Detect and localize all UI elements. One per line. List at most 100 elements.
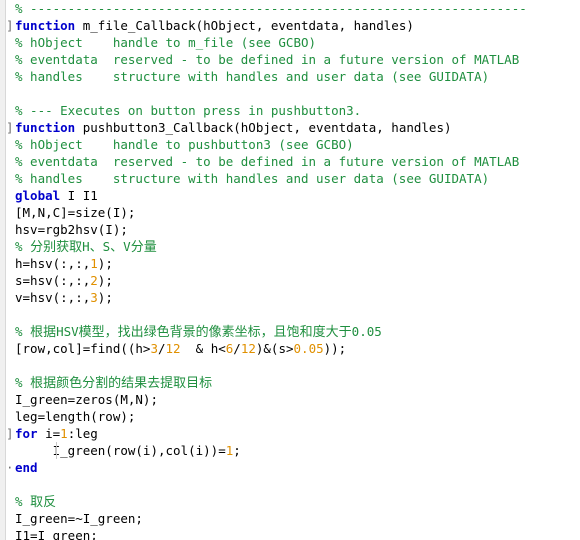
code-token-cmt: HSV (56, 324, 79, 339)
fold-empty (6, 374, 15, 391)
code-line[interactable]: % 分别获取H、S、V分量 (6, 238, 580, 255)
fold-empty (6, 221, 15, 238)
code-line[interactable] (6, 85, 580, 102)
code-token-txt: s=hsv(:,:, (15, 273, 91, 288)
code-token-cmt: % (15, 324, 31, 339)
code-line[interactable]: % 根据HSV模型，找出绿色背景的像素坐标，且饱和度大于0.05 (6, 323, 580, 340)
code-line[interactable] (6, 306, 580, 323)
code-line[interactable] (6, 476, 580, 493)
code-line[interactable]: % --- Executes on button press in pushbu… (6, 102, 580, 119)
code-token-cjk: 分别获取 (30, 240, 83, 255)
code-line[interactable]: hsv=rgb2hsv(I); (6, 221, 580, 238)
code-token-cjk: 模型，找出绿色背景的像素坐标，且饱和度大于 (78, 325, 352, 340)
code-token-num: 0.05 (293, 341, 324, 356)
fold-empty (6, 238, 15, 255)
code-lines-container[interactable]: % --------------------------------------… (6, 0, 580, 540)
code-line[interactable]: for i=1:leg (6, 425, 580, 442)
code-token-txt: [M,N,C]=size(I); (15, 205, 136, 220)
code-token-txt: v=hsv(:,:, (15, 290, 91, 305)
code-line[interactable]: h=hsv(:,:,1); (6, 255, 580, 272)
fold-empty (6, 357, 15, 374)
code-token-txt: I_green=~I_green; (15, 511, 143, 526)
fold-open-marker[interactable] (6, 119, 15, 136)
code-line[interactable]: % 根据颜色分割的结果去提取目标 (6, 374, 580, 391)
code-token-txt: / (233, 341, 241, 356)
fold-empty (6, 476, 15, 493)
code-line[interactable]: function m_file_Callback(hObject, eventd… (6, 17, 580, 34)
code-token-txt: I1=I_green; (15, 528, 98, 540)
code-line[interactable]: end (6, 459, 580, 476)
code-line[interactable]: function pushbutton3_Callback(hObject, e… (6, 119, 580, 136)
code-token-kw: for (15, 426, 38, 441)
code-token-txt: & h< (180, 341, 226, 356)
code-line[interactable]: I_green=zeros(M,N); (6, 391, 580, 408)
code-line[interactable]: [row,col]=find((h>3/12 & h<6/12)&(s>0.05… (6, 340, 580, 357)
fold-empty (6, 289, 15, 306)
code-line[interactable] (6, 357, 580, 374)
code-token-num: 1 (60, 426, 68, 441)
code-editor[interactable]: % --------------------------------------… (0, 0, 580, 540)
code-line[interactable]: % --------------------------------------… (6, 0, 580, 17)
fold-empty (6, 51, 15, 68)
fold-empty (6, 306, 15, 323)
code-line[interactable]: % handles structure with handles and use… (6, 170, 580, 187)
code-line[interactable]: % eventdata reserved - to be defined in … (6, 51, 580, 68)
fold-empty (6, 187, 15, 204)
fold-empty (6, 85, 15, 102)
fold-empty (6, 527, 15, 540)
code-token-cmt: % (15, 239, 31, 254)
code-token-cmt: % --- Executes on button press in pushbu… (15, 103, 362, 118)
code-line[interactable]: % hObject handle to m_file (see GCBO) (6, 34, 580, 51)
code-token-txt: [row,col]=find((h> (15, 341, 151, 356)
code-token-txt: I_green(row(i),col(i))= (15, 443, 226, 458)
code-line[interactable]: I1=I_green; (6, 527, 580, 540)
code-token-cmt: % handles structure with handles and use… (15, 69, 490, 84)
code-line[interactable]: v=hsv(:,:,3); (6, 289, 580, 306)
fold-open-marker[interactable] (6, 425, 15, 442)
code-token-cmt: % hObject handle to m_file (see GCBO) (15, 35, 317, 50)
code-token-cjk: 根据 (30, 325, 57, 340)
code-token-cjk: 、 (89, 240, 103, 255)
code-token-num: 12 (240, 341, 256, 356)
code-token-num: 3 (90, 290, 98, 305)
code-token-cjk: 取反 (30, 495, 57, 510)
fold-empty (6, 272, 15, 289)
code-token-cmt: % hObject handle to pushbutton3 (see GCB… (15, 137, 354, 152)
code-token-cmt: % (15, 375, 31, 390)
code-line[interactable]: global I I1 (6, 187, 580, 204)
code-token-cmt: % eventdata reserved - to be defined in … (15, 52, 520, 67)
code-token-txt: leg=length(row); (15, 409, 136, 424)
code-line[interactable]: % eventdata reserved - to be defined in … (6, 153, 580, 170)
code-line[interactable]: leg=length(row); (6, 408, 580, 425)
code-line[interactable]: % 取反 (6, 493, 580, 510)
fold-empty (6, 391, 15, 408)
code-token-kw: function (15, 120, 76, 135)
code-line[interactable]: [M,N,C]=size(I); (6, 204, 580, 221)
code-token-txt: :leg (67, 426, 98, 441)
code-token-txt: pushbutton3_Callback(hObject, eventdata,… (75, 120, 452, 135)
fold-empty (6, 170, 15, 187)
code-token-cmt: % handles structure with handles and use… (15, 171, 490, 186)
code-token-num: 3 (150, 341, 158, 356)
code-line[interactable]: % hObject handle to pushbutton3 (see GCB… (6, 136, 580, 153)
code-line[interactable]: I_green(row(i),col(i))=1; (6, 442, 580, 459)
fold-empty (6, 136, 15, 153)
code-line[interactable]: s=hsv(:,:,2); (6, 272, 580, 289)
code-token-kw: global (15, 188, 61, 203)
code-token-txt: / (158, 341, 166, 356)
code-token-txt: I I1 (60, 188, 98, 203)
fold-empty (6, 442, 15, 459)
code-token-num: 1 (90, 256, 98, 271)
fold-empty (6, 408, 15, 425)
fold-empty (6, 68, 15, 85)
code-token-cmt: H (82, 239, 90, 254)
fold-open-marker[interactable] (6, 17, 15, 34)
code-token-txt: ; (233, 443, 241, 458)
fold-empty (6, 204, 15, 221)
code-line[interactable]: % handles structure with handles and use… (6, 68, 580, 85)
fold-close-marker[interactable] (6, 459, 15, 476)
code-token-cmt: % --------------------------------------… (15, 1, 527, 16)
code-line[interactable]: I_green=~I_green; (6, 510, 580, 527)
code-token-txt: i= (37, 426, 61, 441)
fold-empty (6, 34, 15, 51)
